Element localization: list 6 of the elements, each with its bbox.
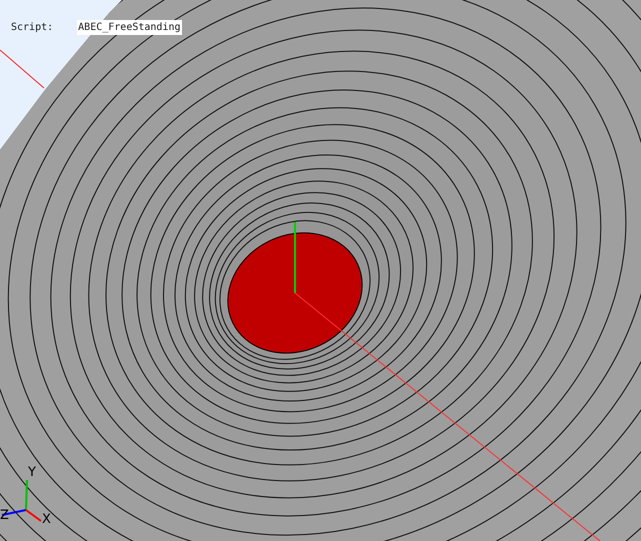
script-label: Script: xyxy=(11,21,54,35)
axis-triad-icon xyxy=(2,480,42,522)
axis-label: X xyxy=(42,512,51,527)
axis-line xyxy=(0,50,44,88)
axis-label: Y xyxy=(28,465,36,480)
script-name: ABEC_FreeStanding xyxy=(77,20,182,35)
